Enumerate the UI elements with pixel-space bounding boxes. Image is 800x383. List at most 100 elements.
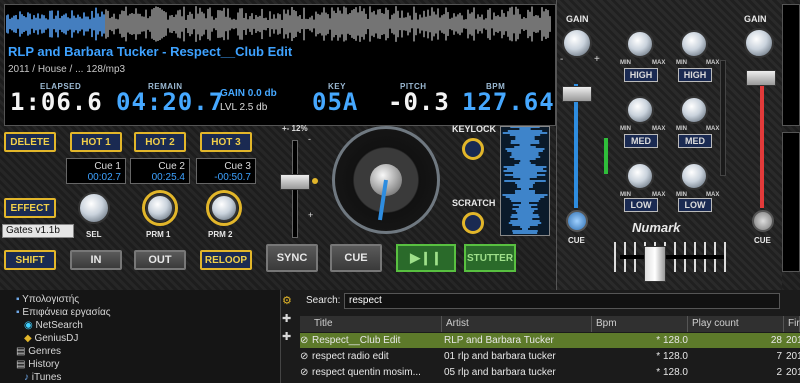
tree-item-history[interactable]: ▤ History: [16, 359, 59, 370]
cue-label-left: CUE: [568, 236, 585, 245]
scrolling-waveform[interactable]: [500, 126, 550, 236]
cue-3-name: Cue 3: [224, 161, 251, 172]
eq-med-knob-left[interactable]: [626, 96, 654, 124]
table-row[interactable]: ⊘ respect quentin mosim... 05 rlp and ba…: [300, 365, 800, 380]
add-filter-icon[interactable]: ✚: [282, 330, 291, 343]
eq-low-knob-left[interactable]: [626, 162, 654, 190]
eq-high-knob-right[interactable]: [680, 30, 708, 58]
table-row[interactable]: ⊘ respect radio edit 01 rlp and barbara …: [300, 349, 800, 364]
prm1-label: PRM 1: [146, 230, 171, 239]
prm1-knob[interactable]: [146, 194, 174, 222]
keylock-label: KEYLOCK: [452, 124, 497, 134]
shift-button[interactable]: SHIFT: [4, 250, 56, 270]
sync-button[interactable]: SYNC: [266, 244, 318, 272]
deck-b-display-edge: [782, 132, 800, 272]
column-artist[interactable]: Artist: [442, 316, 592, 332]
max-label-2: MAX: [652, 126, 666, 132]
gain-knob-left[interactable]: [562, 28, 592, 58]
pitch-minus-mark: -: [308, 134, 311, 144]
eq-med-knob-right[interactable]: [680, 96, 708, 124]
gain-knob-right[interactable]: [744, 28, 774, 58]
eq-low-kill-left[interactable]: LOW: [624, 198, 658, 212]
genres-icon: ▤: [16, 346, 29, 357]
eq-high-kill-right[interactable]: HIGH: [678, 68, 712, 82]
numark-logo: Numark: [632, 220, 681, 235]
eq-high-kill-left[interactable]: HIGH: [624, 68, 658, 82]
track-meta: 2011 / House / ... 128/mp3: [8, 64, 126, 75]
cue-label-right: CUE: [754, 236, 771, 245]
gain-minus-left: -: [560, 54, 564, 65]
add-folder-icon[interactable]: ✚: [282, 312, 291, 325]
file-list-header: Title Artist Bpm Play count Firs: [300, 316, 800, 332]
min-label-2: MIN: [620, 126, 631, 132]
pfl-cue-button-left[interactable]: [566, 210, 588, 232]
cue-3-box[interactable]: Cue 3 -00:50.7: [196, 158, 256, 184]
column-title[interactable]: Title: [310, 316, 442, 332]
delete-button[interactable]: DELETE: [4, 132, 56, 152]
remain-time[interactable]: 04:20.7: [116, 88, 224, 116]
max-label-4: MAX: [706, 60, 720, 66]
elapsed-time[interactable]: 1:06.6: [10, 88, 103, 116]
reloop-button[interactable]: RELOOP: [200, 250, 252, 270]
volume-fader-right[interactable]: [746, 70, 776, 86]
pitch-range-label: +- 12%: [282, 124, 308, 133]
hot-cue-2-button[interactable]: HOT 2: [134, 132, 186, 152]
tree-item-itunes[interactable]: ♪ iTunes: [24, 372, 61, 383]
browser-panel: ▪ Υπολογιστής ▪ Επιφάνεια εργασίας ◉ Net…: [0, 290, 800, 383]
gain-label-left: GAIN: [566, 14, 589, 24]
eq-med-kill-right[interactable]: MED: [678, 134, 712, 148]
crossfader-track: [620, 255, 724, 259]
keylock-button[interactable]: [462, 138, 484, 160]
eq-med-kill-left[interactable]: MED: [624, 134, 658, 148]
hot-cue-1-button[interactable]: HOT 1: [70, 132, 122, 152]
table-row[interactable]: ⊘ Respect__Club Edit RLP and Barbara Tuc…: [300, 333, 800, 348]
effect-select[interactable]: Gates v1.1b: [2, 224, 74, 238]
stutter-button[interactable]: STUTTER: [464, 244, 516, 272]
eq-low-knob-right[interactable]: [680, 162, 708, 190]
min-label-1: MIN: [620, 60, 631, 66]
column-playcount[interactable]: Play count: [688, 316, 784, 332]
loop-out-button[interactable]: OUT: [134, 250, 186, 270]
loop-in-button[interactable]: IN: [70, 250, 122, 270]
pitch-value[interactable]: -0.3: [388, 88, 450, 116]
effect-button[interactable]: EFFECT: [4, 198, 56, 218]
file-list: ⊘ Respect__Club Edit RLP and Barbara Tuc…: [300, 333, 800, 383]
min-label-5: MIN: [676, 126, 687, 132]
key-value[interactable]: 05A: [312, 88, 358, 116]
vu-meter-right: [720, 60, 726, 176]
search-input[interactable]: respect: [344, 293, 780, 309]
crossfader-handle[interactable]: [644, 246, 666, 282]
cue-2-time: 00:25.4: [151, 172, 185, 183]
tree-item-desktop[interactable]: ▪ Επιφάνεια εργασίας: [16, 307, 111, 318]
play-pause-button[interactable]: ▶❙❙: [396, 244, 456, 272]
bpm-value[interactable]: 127.64: [462, 88, 555, 116]
tree-item-geniusdj[interactable]: ◆ GeniusDJ: [24, 333, 78, 344]
track-status-icon: ⊘: [300, 335, 309, 346]
tree-item-computer[interactable]: ▪ Υπολογιστής: [16, 294, 79, 305]
scratch-button[interactable]: [462, 212, 484, 234]
overview-waveform[interactable]: [6, 6, 552, 42]
pitch-slider-handle[interactable]: [280, 174, 310, 190]
column-bpm[interactable]: Bpm: [592, 316, 688, 332]
cue-2-box[interactable]: Cue 2 00:25.4: [130, 158, 190, 184]
hot-cue-3-button[interactable]: HOT 3: [200, 132, 252, 152]
jog-position-marker: [378, 179, 388, 221]
tree-item-genres[interactable]: ▤ Genres: [16, 346, 61, 357]
pfl-cue-button-right[interactable]: [752, 210, 774, 232]
cue-button[interactable]: CUE: [330, 244, 382, 272]
sideview-icon[interactable]: ⚙: [282, 294, 292, 307]
column-first-seen[interactable]: Firs: [784, 316, 800, 332]
cue-1-box[interactable]: Cue 1 00:02.7: [66, 158, 126, 184]
vu-meter-left: [604, 138, 608, 174]
prm2-knob[interactable]: [210, 194, 238, 222]
deck-panel: RLP and Barbara Tucker - Respect__Club E…: [0, 0, 800, 290]
folder-tree: ▪ Υπολογιστής ▪ Επιφάνεια εργασίας ◉ Net…: [0, 290, 281, 383]
volume-fader-left[interactable]: [562, 86, 592, 102]
search-label: Search:: [306, 295, 341, 306]
eq-low-kill-right[interactable]: LOW: [678, 198, 712, 212]
track-status-icon: ⊘: [300, 367, 309, 378]
netsearch-icon: ◉: [24, 320, 36, 331]
tree-item-netsearch[interactable]: ◉ NetSearch: [24, 320, 83, 331]
eq-high-knob-left[interactable]: [626, 30, 654, 58]
effect-select-knob[interactable]: [78, 192, 110, 224]
